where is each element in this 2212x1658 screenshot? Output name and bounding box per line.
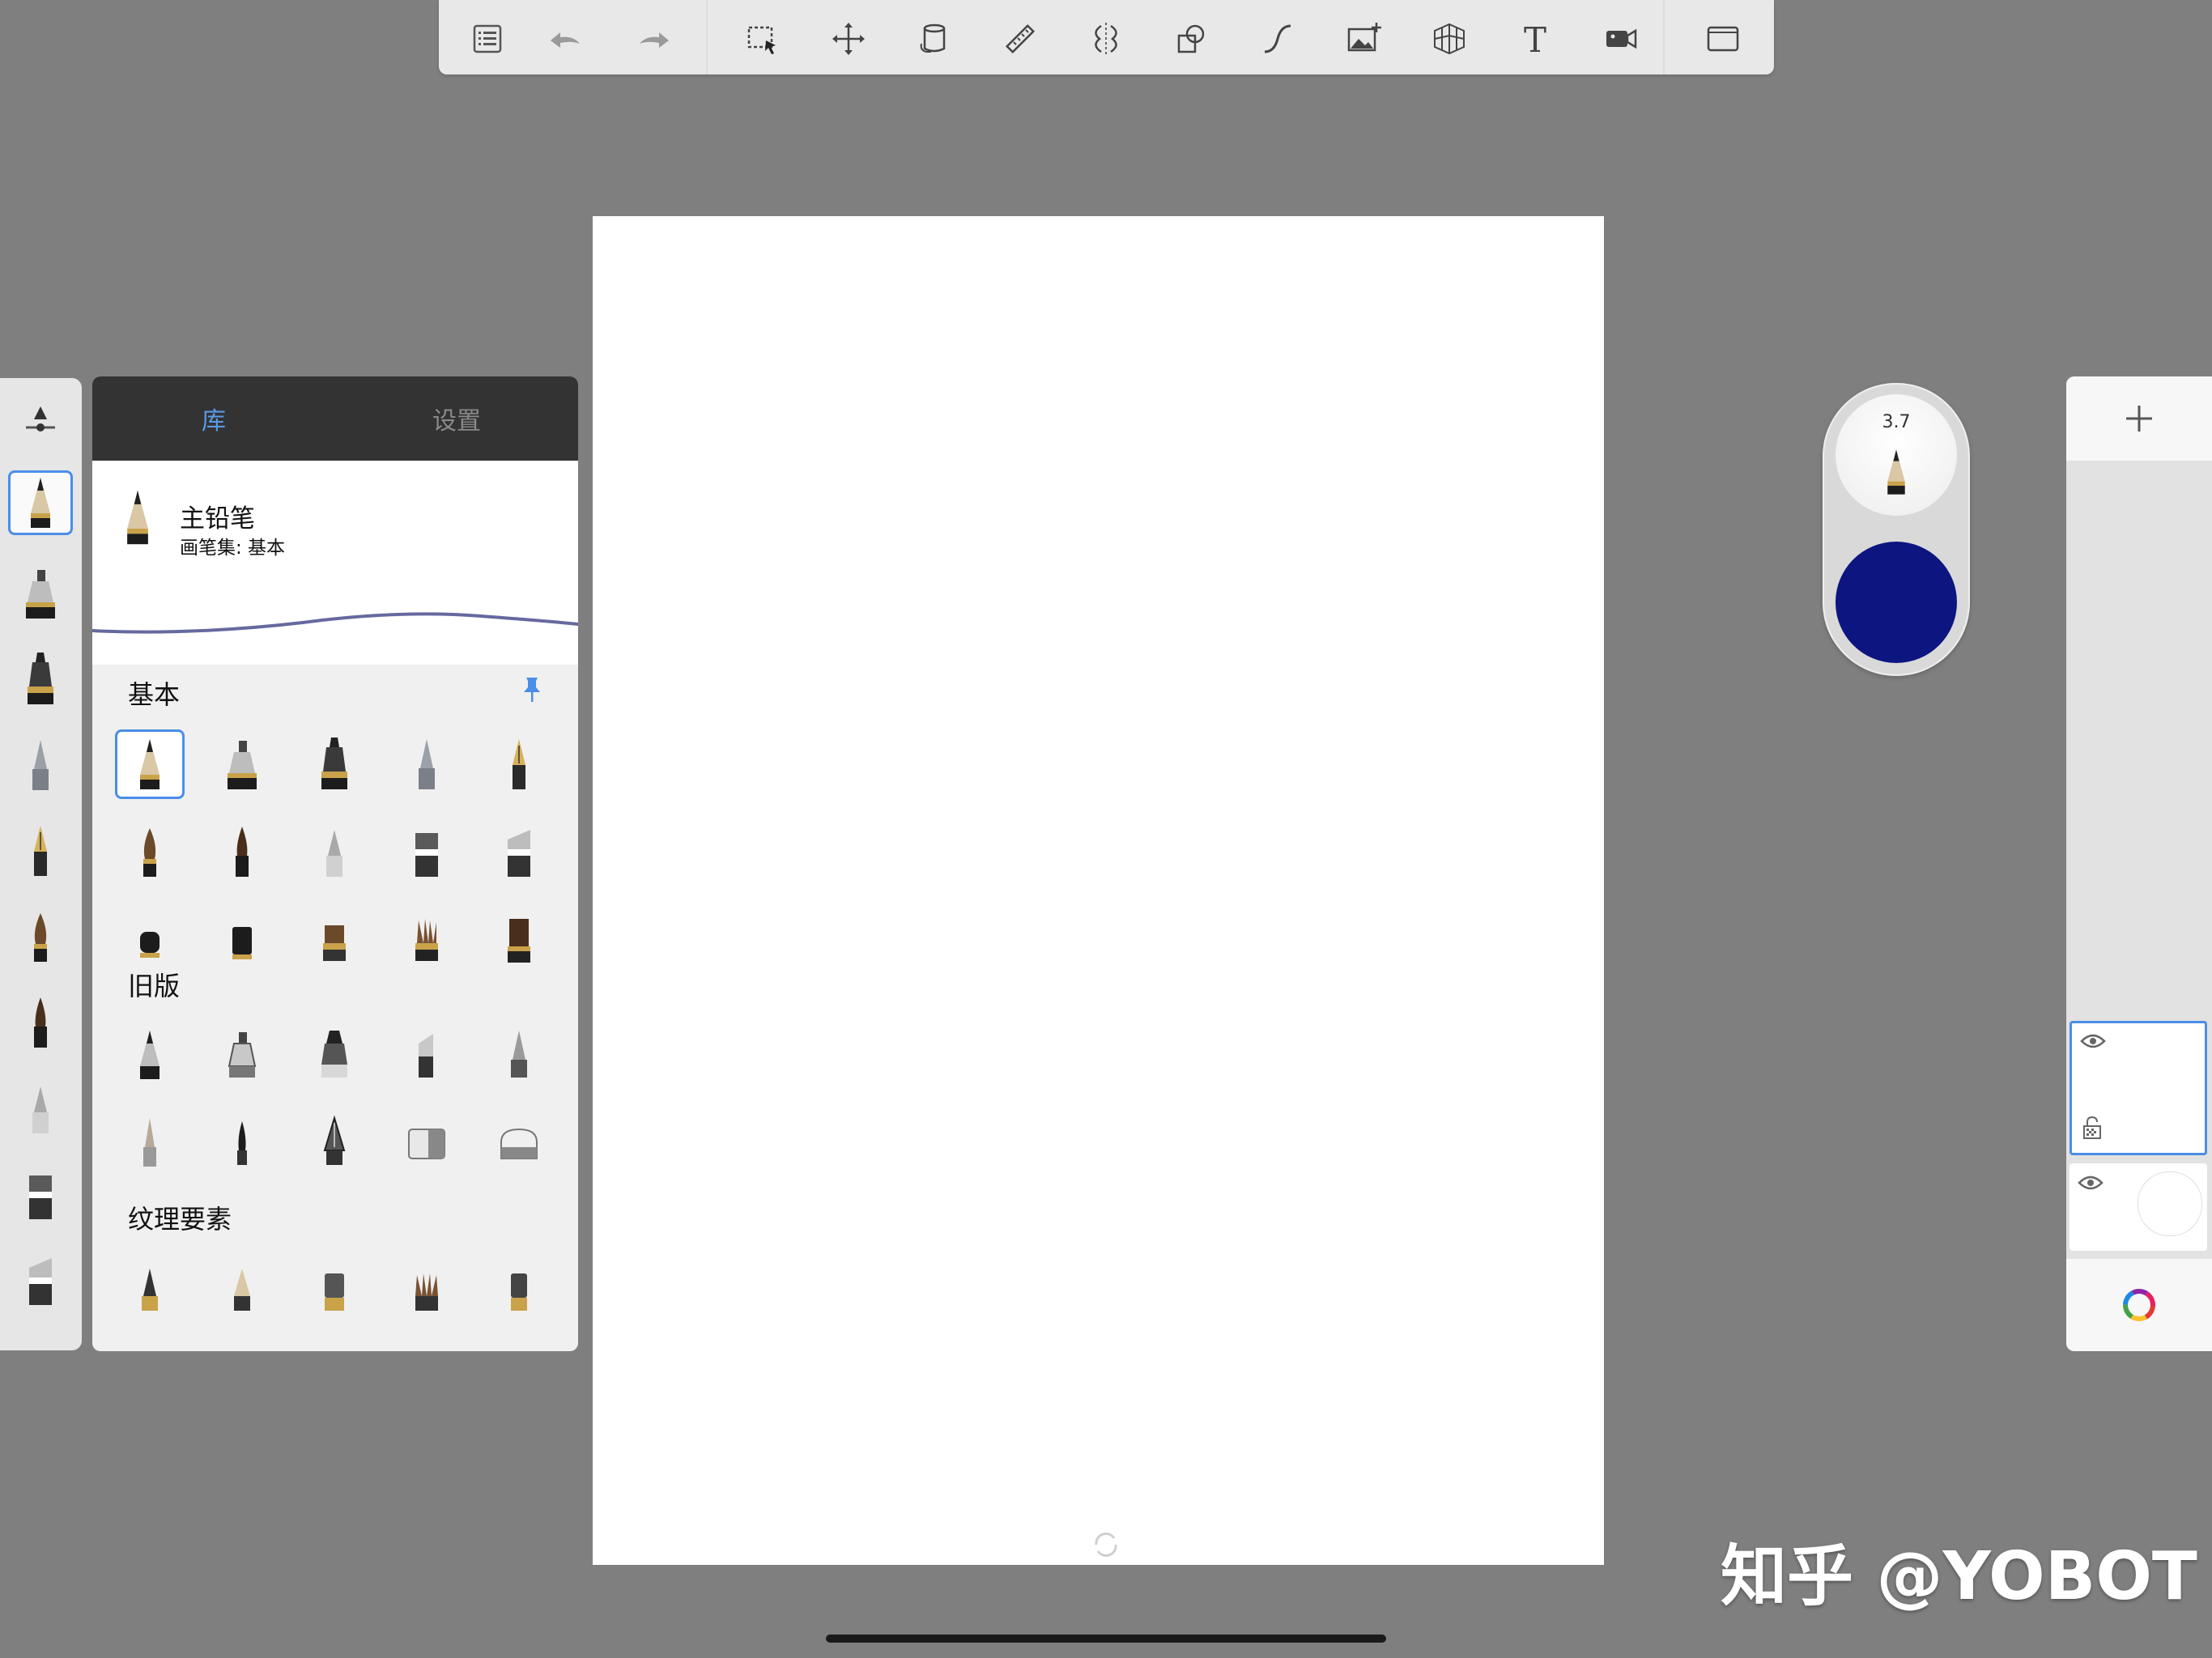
legacy-brush-technical-pen[interactable]: [207, 1021, 277, 1090]
pin-icon[interactable]: [520, 676, 544, 704]
home-indicator[interactable]: [826, 1635, 1386, 1643]
rotate-reset-icon[interactable]: [1091, 1530, 1121, 1559]
layers-panel: [2066, 376, 2212, 1351]
brush-wide-bristle[interactable]: [484, 904, 554, 974]
redo-icon[interactable]: [628, 13, 680, 65]
strip-brush-ink[interactable]: [8, 990, 73, 1055]
perspective-icon[interactable]: [1423, 13, 1475, 65]
brush-flat-brush[interactable]: [300, 904, 369, 974]
tab-library[interactable]: 库: [92, 376, 335, 461]
image-icon[interactable]: [1338, 13, 1389, 65]
watermark: 知乎 @YOBOT: [1721, 1538, 2197, 1615]
pencil-icon: [1887, 449, 1905, 495]
toolbar-divider: [1663, 0, 1665, 74]
texture-brush-5[interactable]: [484, 1254, 554, 1324]
strip-brush-paint[interactable]: [8, 904, 73, 969]
eye-icon[interactable]: [2080, 1031, 2106, 1051]
drawing-canvas[interactable]: [593, 216, 1604, 1565]
texture-brush-1[interactable]: [115, 1254, 185, 1324]
brush-preview: 主铅笔 画笔集: 基本: [92, 461, 578, 665]
brush-marker[interactable]: [300, 729, 369, 799]
selection-icon[interactable]: [737, 13, 789, 65]
svg-text:T: T: [1524, 20, 1546, 58]
brush-fountain-pen[interactable]: [484, 729, 554, 799]
text-icon[interactable]: T: [1509, 13, 1561, 65]
eye-icon[interactable]: [2078, 1173, 2104, 1192]
symmetry-icon[interactable]: [1080, 13, 1132, 65]
strip-brush-pencil[interactable]: [8, 470, 73, 535]
brush-paint[interactable]: [115, 817, 185, 886]
curve-icon[interactable]: [1252, 13, 1304, 65]
legacy-brush-chisel[interactable]: [392, 1021, 462, 1090]
brush-airbrush[interactable]: [300, 817, 369, 886]
top-toolbar: T: [439, 0, 1774, 74]
brush-puck[interactable]: 3.7: [1823, 383, 1970, 676]
brush-strip: [0, 378, 82, 1350]
legacy-brush-marker[interactable]: [300, 1021, 369, 1090]
strip-brush-fountain-pen[interactable]: [8, 818, 73, 883]
stroke-preview: [92, 612, 578, 634]
brush-bristle[interactable]: [392, 904, 462, 974]
lock-icon[interactable]: [2082, 1116, 2103, 1140]
plus-icon: [2126, 406, 2152, 432]
strip-brush-airbrush[interactable]: [8, 1076, 73, 1141]
legacy-brush-nib[interactable]: [300, 1108, 369, 1178]
legacy-brush-ballpoint[interactable]: [484, 1021, 554, 1090]
legacy-brush-eraser[interactable]: [392, 1108, 462, 1178]
toolbar-divider: [706, 0, 708, 74]
strip-brush-ballpoint[interactable]: [8, 733, 73, 797]
brush-chisel-marker[interactable]: [484, 817, 554, 886]
legacy-brush-pencil[interactable]: [115, 1021, 185, 1090]
brush-pencil[interactable]: [115, 729, 185, 799]
panel-tabs: 库 设置: [92, 376, 578, 461]
brush-technical-pen[interactable]: [207, 729, 277, 799]
texture-brush-2[interactable]: [207, 1254, 277, 1324]
brush-set-label: 画笔集: 基本: [180, 538, 286, 559]
color-wheel-button[interactable]: [2066, 1259, 2212, 1351]
strip-brush-technical-pen[interactable]: [8, 561, 73, 626]
brush-ink[interactable]: [207, 817, 277, 886]
strip-brush-chisel-marker[interactable]: [8, 1248, 73, 1312]
strip-brush-flat-marker[interactable]: [8, 1162, 73, 1226]
move-icon[interactable]: [823, 13, 874, 65]
undo-icon[interactable]: [539, 13, 591, 65]
legacy-brush-ink[interactable]: [207, 1108, 277, 1178]
layer-thumbnail-background[interactable]: [2069, 1163, 2207, 1251]
brush-ballpoint[interactable]: [392, 729, 462, 799]
section-title-texture: 纹理要素: [128, 1204, 232, 1235]
bucket-icon[interactable]: [908, 13, 960, 65]
list-icon[interactable]: [462, 13, 513, 65]
strip-brush-marker[interactable]: [8, 647, 73, 712]
section-title-basic: 基本: [128, 679, 181, 710]
fullscreen-icon[interactable]: [1697, 13, 1749, 65]
brush-flat-marker[interactable]: [392, 817, 462, 886]
legacy-brush-soft-eraser[interactable]: [484, 1108, 554, 1178]
legacy-brush-fine[interactable]: [115, 1108, 185, 1178]
brush-size-control[interactable]: 3.7: [1836, 394, 1957, 516]
section-title-legacy: 旧版: [128, 971, 181, 1001]
current-color-swatch[interactable]: [1836, 542, 1957, 663]
pencil-icon: [127, 490, 148, 545]
layer-thumbnail-selected[interactable]: [2069, 1021, 2207, 1155]
color-wheel-icon: [2123, 1289, 2155, 1321]
brush-eraser[interactable]: [207, 904, 277, 974]
tab-settings[interactable]: 设置: [335, 376, 578, 461]
ruler-icon[interactable]: [994, 13, 1046, 65]
brush-size-value: 3.7: [1882, 412, 1911, 432]
record-icon[interactable]: [1595, 13, 1647, 65]
texture-brush-3[interactable]: [300, 1254, 369, 1324]
texture-brush-4[interactable]: [392, 1254, 462, 1324]
brush-properties-icon[interactable]: [8, 388, 73, 453]
background-color-circle[interactable]: [2138, 1171, 2202, 1236]
brush-name: 主铅笔: [180, 504, 255, 534]
brush-smudge[interactable]: [115, 904, 185, 974]
brush-library-panel: 库 设置 主铅笔 画笔集: 基本 基本 旧版 纹理要素: [92, 376, 578, 1351]
shapes-icon[interactable]: [1166, 13, 1218, 65]
add-layer-button[interactable]: [2066, 376, 2212, 461]
